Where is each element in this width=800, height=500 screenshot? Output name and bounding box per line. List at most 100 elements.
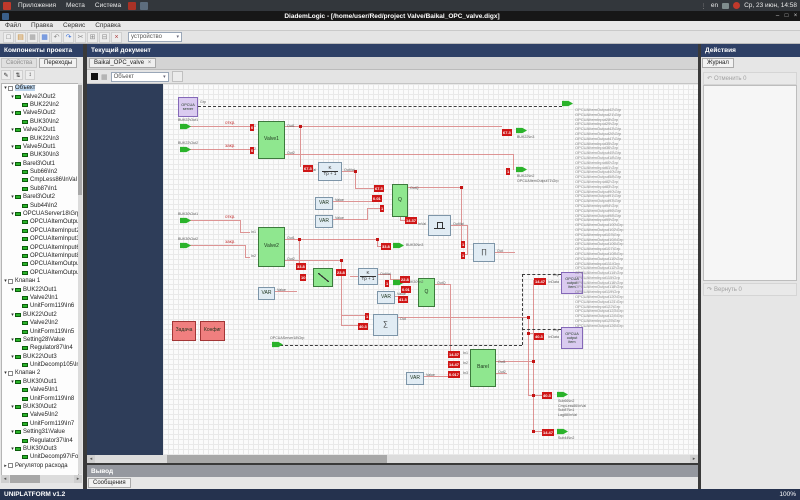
tree-item[interactable]: ▾Barel3\Out1 <box>2 160 78 168</box>
tree-item[interactable]: Regulator37\In4 <box>2 436 78 444</box>
copy-icon[interactable]: ⊞ <box>87 32 98 43</box>
menu-service[interactable]: Сервис <box>58 22 90 29</box>
var4-block[interactable]: VAR <box>377 291 395 304</box>
zoom-level[interactable]: 100% <box>779 491 796 498</box>
notification-icon[interactable] <box>733 2 740 9</box>
tab-transitions[interactable]: Переходы <box>39 58 77 68</box>
stop-icon[interactable] <box>91 73 98 80</box>
keyboard-icon[interactable] <box>722 3 729 9</box>
close-button[interactable]: × <box>791 13 800 19</box>
tree-item[interactable]: OPCUAItemInput35 <box>2 235 78 243</box>
tree-item[interactable]: ▸Регулятор расхода <box>2 462 78 470</box>
tree-item[interactable]: Sub87\In1 <box>2 185 78 193</box>
undo-action-row[interactable]: ↶ Отменить 0 <box>703 72 797 85</box>
tree-item[interactable]: UnitForm119\In7 <box>2 420 78 428</box>
tree-item[interactable]: OPCUAItemOutput2 <box>2 218 78 226</box>
redo-action-row[interactable]: ↷ Вернуть 0 <box>703 283 797 296</box>
tree-item[interactable]: UnitForm119\In6 <box>2 302 78 310</box>
tree-item[interactable]: ▾OPCUAServer18\Grp <box>2 210 78 218</box>
task-block[interactable]: Задача <box>172 321 196 341</box>
scroll-right-icon[interactable]: ▸ <box>74 475 82 483</box>
scroll-left-icon[interactable]: ◂ <box>1 475 9 483</box>
tree-item[interactable]: BUK30\In2 <box>2 118 78 126</box>
tree-item[interactable]: OPCUAItemOutput9 <box>2 269 78 277</box>
tree-item[interactable]: ▾Клапан 1 <box>2 277 78 285</box>
sum-block[interactable]: ∑ <box>373 314 398 336</box>
tree-item[interactable]: OPCUAItemInput82 <box>2 252 78 260</box>
valve1-block[interactable]: Valve1 <box>258 121 285 159</box>
places-menu[interactable]: Места <box>63 2 88 9</box>
applications-menu[interactable]: Приложения <box>15 2 59 9</box>
diagram-canvas[interactable]: OPCUAserverGrpValve1In1In2Out1Out2KTp + … <box>87 84 698 455</box>
new-file-icon[interactable]: □ <box>3 32 14 43</box>
valve2-block[interactable]: Valve2 <box>258 227 285 267</box>
tree-item[interactable]: OPCUAItemOutput8 <box>2 260 78 268</box>
redo-icon[interactable]: ↷ <box>63 32 74 43</box>
save-all-icon[interactable]: ▦ <box>39 32 50 43</box>
tree-item[interactable]: ▾Barel3\Out2 <box>2 193 78 201</box>
window-titlebar[interactable]: DiademLogic - [/home/user/Red/project Va… <box>0 11 800 21</box>
document-tab[interactable]: Baikal_OPC_valve × <box>89 58 156 68</box>
undo-icon[interactable]: ↶ <box>51 32 62 43</box>
opcua-server-block[interactable]: OPCUAserver <box>178 97 198 117</box>
open-icon[interactable]: ▤ <box>15 32 26 43</box>
q1-block[interactable]: Q <box>392 184 408 217</box>
tree-item[interactable]: UnitDecomp105\In4 <box>2 361 78 369</box>
tree-item[interactable]: UnitForm119\In5 <box>2 327 78 335</box>
tab-messages[interactable]: Сообщения <box>88 478 131 488</box>
delete-icon[interactable]: × <box>111 32 122 43</box>
sort-up-down-icon[interactable]: ⇅ <box>13 70 23 80</box>
tree-item[interactable]: ▾Valve2\Out1 <box>2 126 78 134</box>
tree-item[interactable]: Valve5\In2 <box>2 411 78 419</box>
expand-collapse-icon[interactable]: ↕ <box>25 70 35 80</box>
keyboard-layout-indicator[interactable]: en <box>711 2 718 9</box>
object-combo[interactable]: Объект ▾ <box>111 72 169 82</box>
tab-close-icon[interactable]: × <box>148 60 152 66</box>
tree-hscroll-thumb[interactable] <box>10 475 40 483</box>
tree-item[interactable]: Valve2\In1 <box>2 294 78 302</box>
tree-item[interactable]: ▾Объект <box>2 84 78 92</box>
edit-link-icon[interactable]: ✎ <box>1 70 11 80</box>
distro-logo-icon[interactable] <box>3 2 11 10</box>
save-icon[interactable]: ▦ <box>27 32 38 43</box>
tree-item[interactable]: UnitDecomp97\Form <box>2 453 78 461</box>
system-menu[interactable]: Система <box>92 2 124 9</box>
var3-block[interactable]: VAR <box>258 287 275 300</box>
tree-item[interactable]: Valve5\In1 <box>2 386 78 394</box>
menu-help[interactable]: Справка <box>90 22 126 29</box>
var1-block[interactable]: VAR <box>315 197 333 210</box>
config-block[interactable]: Конфиг <box>200 321 225 341</box>
maximize-button[interactable]: □ <box>782 13 791 19</box>
checkbox[interactable] <box>8 86 13 91</box>
scroll-right-icon[interactable]: ▸ <box>690 455 698 463</box>
tree-item[interactable]: BUK22\In2 <box>2 101 78 109</box>
barel-block[interactable]: Barel <box>470 349 496 387</box>
tree-vscroll-thumb[interactable] <box>78 85 82 195</box>
tree-item[interactable]: ▾BUK22\Out2 <box>2 311 78 319</box>
clock[interactable]: Ср, 23 июн, 14:58 <box>744 2 797 9</box>
tree-item[interactable]: ▾Клапан 2 <box>2 369 78 377</box>
launcher1-icon[interactable] <box>128 2 136 10</box>
page-setup-icon[interactable] <box>172 71 183 82</box>
tree-item[interactable]: ▾Valve5\Out2 <box>2 109 78 117</box>
step-block[interactable] <box>428 215 451 236</box>
grid-icon[interactable]: ▦ <box>101 73 108 81</box>
canvas-horizontal-scrollbar[interactable]: ◂ ▸ <box>87 455 698 463</box>
tree-item[interactable]: Valve2\In2 <box>2 319 78 327</box>
tree-item[interactable]: ▾Setting28\Value <box>2 336 78 344</box>
k-lag2-block[interactable]: KTp + 1 <box>358 268 378 285</box>
tree-item[interactable]: ▾BUK22\Out1 <box>2 285 78 293</box>
tree-item[interactable]: ▾Setting31\Value <box>2 428 78 436</box>
tree-item[interactable]: ▾Valve2\Out2 <box>2 92 78 100</box>
tree-item[interactable]: Sub66\In2 <box>2 168 78 176</box>
tree-item[interactable]: ▾BUK30\Out2 <box>2 403 78 411</box>
checkbox[interactable] <box>8 279 13 284</box>
tree-item[interactable]: Regulator87\In4 <box>2 344 78 352</box>
checkbox[interactable] <box>8 463 13 468</box>
tab-properties[interactable]: Свойства <box>1 58 37 68</box>
tree-item[interactable]: ▾BUK30\Out1 <box>2 378 78 386</box>
menu-edit[interactable]: Правка <box>26 22 58 29</box>
tree-item[interactable]: ▾BUK30\Out3 <box>2 445 78 453</box>
tree-item[interactable]: BUK30\In3 <box>2 151 78 159</box>
tree-item[interactable]: BUK22\In3 <box>2 134 78 142</box>
